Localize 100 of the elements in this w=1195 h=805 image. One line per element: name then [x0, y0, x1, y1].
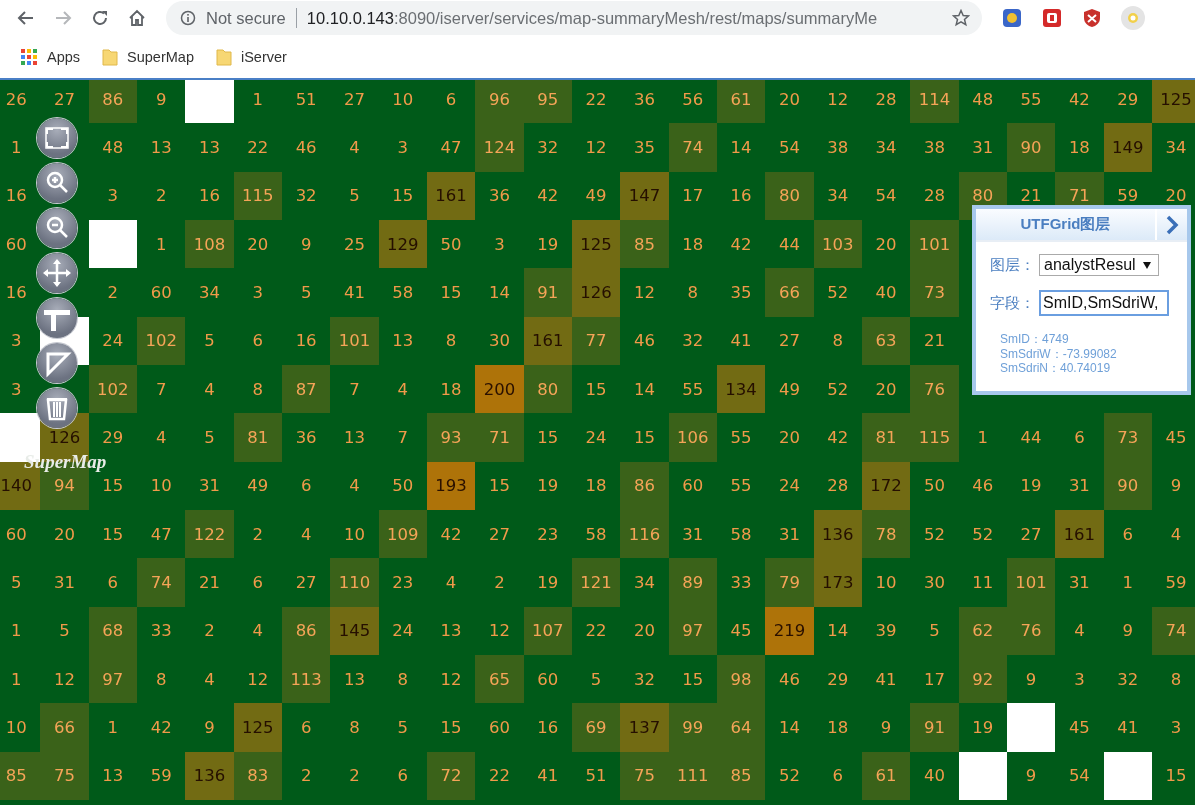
- grid-value: 89: [668, 558, 717, 607]
- info-icon: [180, 10, 196, 26]
- grid-value: 136: [185, 751, 234, 800]
- grid-value: 109: [378, 509, 427, 559]
- grid-value: 145: [330, 606, 379, 655]
- grid-value: 136: [813, 509, 862, 559]
- grid-value: 77: [571, 316, 621, 365]
- grid-value: 79: [765, 558, 814, 607]
- grid-value: 125: [233, 703, 282, 752]
- grid-value: 107: [523, 606, 572, 655]
- grid-value: 126: [571, 268, 621, 317]
- grid-value: 172: [861, 461, 911, 510]
- grid-value: 81: [861, 413, 911, 462]
- grid-value: 93: [426, 413, 476, 462]
- address-bar[interactable]: Not secure 10.10.0.143:8090/iserver/services/map-summaryMesh/rest/maps/summaryMe: [166, 1, 982, 35]
- grid-value: 173: [813, 558, 862, 607]
- grid-value: 193: [426, 461, 476, 510]
- grid-value: 114: [910, 80, 959, 124]
- grid-value: 74: [1151, 606, 1195, 655]
- grid-value: 115: [233, 171, 282, 220]
- layer-select[interactable]: analystResul: [1039, 254, 1159, 276]
- grid-value: 81: [233, 413, 282, 462]
- url-host: 10.10.0.143: [306, 8, 394, 28]
- grid-value: 115: [910, 413, 959, 462]
- grid-value: 125: [571, 220, 621, 269]
- grid-value: 121: [571, 558, 621, 607]
- grid-value: 63: [861, 316, 911, 365]
- home-icon[interactable]: [127, 8, 147, 28]
- grid-value: 125: [1151, 80, 1195, 124]
- bookmark[interactable]: Apps: [20, 48, 81, 66]
- grid-value: 61: [716, 80, 766, 124]
- grid-value: 87: [281, 364, 331, 414]
- grid-value: 76: [910, 364, 959, 414]
- dropdown-arrow-icon: [1142, 260, 1152, 270]
- extension-icon[interactable]: [1002, 8, 1022, 28]
- bookmark[interactable]: iServer: [215, 48, 287, 66]
- grid-value: 134: [716, 364, 766, 414]
- folder-icon: [102, 48, 119, 66]
- extension-icon[interactable]: [1042, 8, 1062, 28]
- grid-value: 80: [765, 171, 814, 220]
- reload-icon[interactable]: [90, 8, 110, 28]
- grid-value: 85: [620, 220, 669, 269]
- result-line: SmID：4749: [1000, 332, 1070, 347]
- grid-value: 71: [475, 413, 524, 462]
- grid-value: 96: [475, 80, 524, 124]
- shield-icon[interactable]: [1082, 8, 1102, 28]
- grid-value: 73: [1103, 413, 1152, 462]
- grid-value: 91: [910, 703, 959, 752]
- grid-value: 85: [0, 751, 41, 800]
- chevron-right-icon: [1165, 214, 1179, 235]
- grid-value: 90: [1103, 461, 1152, 510]
- grid-value: 91: [523, 268, 572, 317]
- apps-icon: [20, 48, 38, 66]
- grid-value: 76: [1006, 606, 1056, 655]
- grid-value: 101: [330, 316, 379, 365]
- layer-label: 图层：: [990, 255, 1035, 275]
- security-label: Not secure: [206, 8, 286, 28]
- grid-value: 75: [620, 751, 669, 800]
- grid-value: 92: [958, 654, 1007, 704]
- grid-value: 101: [910, 220, 959, 269]
- grid-value: 61: [861, 751, 911, 800]
- grid-value: 85: [716, 751, 766, 800]
- grid-value: 124: [475, 123, 524, 172]
- grid-value: 219: [765, 606, 814, 655]
- grid-value: 64: [716, 703, 766, 752]
- grid-value: 103: [813, 220, 862, 269]
- grid-value: 86: [88, 80, 137, 124]
- grid-value: 97: [88, 654, 137, 704]
- grid-value: 95: [523, 80, 572, 124]
- grid-value: 110: [330, 558, 379, 607]
- grid-value: 137: [620, 703, 669, 752]
- grid-value: 74: [137, 558, 186, 607]
- grid-value: 108: [185, 220, 234, 269]
- grid-value: 66: [765, 268, 814, 317]
- result-line: SmSdriW：-73.99082: [1000, 346, 1118, 361]
- field-input[interactable]: SmID,SmSdriW,: [1039, 290, 1169, 316]
- map-view[interactable]: [0, 80, 1195, 805]
- grid-value: 106: [668, 413, 717, 462]
- url-path: :8090/iserver/services/map-summaryMesh/rest/maps/summaryMe: [393, 8, 879, 28]
- grid-value: 90: [1006, 123, 1056, 172]
- grid-value: 86: [281, 606, 331, 655]
- grid-value: 69: [571, 703, 621, 752]
- grid-value: 111: [668, 751, 717, 800]
- grid-value: 65: [475, 654, 524, 704]
- grid-value: 86: [620, 461, 669, 510]
- star-icon[interactable]: [952, 9, 970, 27]
- grid-value: 161: [426, 171, 476, 220]
- grid-value: 98: [716, 654, 766, 704]
- bookmark[interactable]: SuperMap: [102, 48, 194, 66]
- grid-value: 78: [861, 509, 911, 559]
- grid-value: 147: [620, 171, 669, 220]
- grid-value: 73: [910, 268, 959, 317]
- grid-value: 102: [88, 364, 137, 414]
- grid-value: 68: [88, 606, 137, 655]
- grid-value: 101: [1006, 558, 1056, 607]
- folder-icon: [215, 48, 232, 66]
- grid-value: 149: [1103, 123, 1152, 172]
- grid-value: 80: [523, 364, 572, 414]
- grid-value: 99: [668, 703, 717, 752]
- grid-value: 122: [185, 509, 234, 559]
